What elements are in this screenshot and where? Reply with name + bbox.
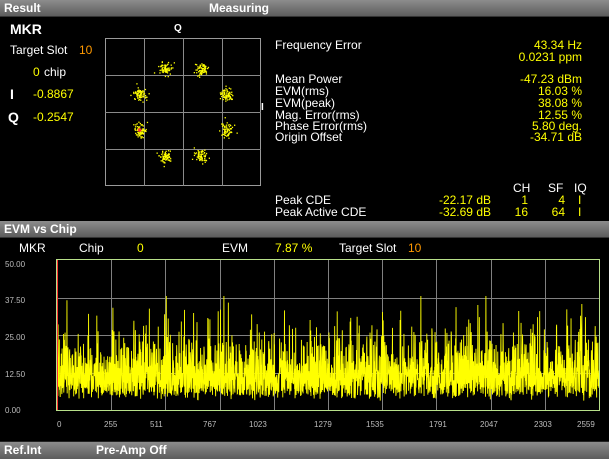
evm-x-tick-label: 1279	[314, 420, 332, 429]
evm-x-tick-label: 1535	[366, 420, 384, 429]
evm-mkr-label: MKR	[19, 241, 46, 255]
peak-active-cde-iq: I	[578, 205, 582, 219]
target-slot-label: Target Slot	[10, 43, 68, 57]
constellation-q-axis-label: Q	[174, 23, 182, 34]
evm-x-tick-label: 2559	[577, 420, 595, 429]
origin-offset-label: Origin Offset	[275, 130, 343, 144]
origin-offset-value: -34.71 dB	[529, 130, 582, 144]
q-value: -0.2547	[33, 110, 74, 124]
constellation-marker	[137, 128, 142, 132]
peak-active-cde-label: Peak Active CDE	[275, 205, 367, 219]
evm-vs-chip-chart	[56, 259, 600, 411]
evm-y-tick-label: 0.00	[5, 406, 21, 415]
measuring-label: Measuring	[209, 1, 270, 15]
evm-value: 7.87 %	[275, 241, 313, 255]
preamp-label: Pre-Amp Off	[96, 443, 167, 457]
evm-section-bar: EVM vs Chip	[0, 221, 609, 238]
peak-active-cde-sf: 64	[551, 205, 565, 219]
frequency-error-label: Frequency Error	[275, 38, 362, 52]
ref-int-label: Ref.Int	[4, 443, 42, 457]
evm-label: EVM	[222, 241, 249, 255]
evm-y-tick-label: 25.00	[5, 333, 26, 342]
evm-x-tick-label: 2303	[534, 420, 552, 429]
peak-active-cde-value: -32.69 dB	[438, 205, 491, 219]
target-slot-value: 10	[79, 43, 93, 57]
evm-x-tick-label: 255	[104, 420, 118, 429]
i-value: -0.8867	[33, 87, 74, 101]
result-label: Result	[4, 1, 41, 15]
evm-target-slot-value: 10	[408, 241, 422, 255]
evm-x-tick-label: 511	[150, 420, 163, 429]
evm-y-tick-label: 50.00	[5, 260, 26, 269]
i-label: I	[10, 86, 14, 102]
q-label: Q	[8, 109, 19, 125]
marker-title: MKR	[10, 21, 42, 37]
constellation-diagram	[105, 38, 261, 186]
evm-y-tick-label: 37.50	[5, 296, 26, 305]
evm-x-tick-label: 2047	[480, 420, 498, 429]
marker-chip-value: 0	[33, 65, 40, 79]
evm-x-tick-label: 1023	[249, 420, 267, 429]
evm-y-tick-label: 12.50	[5, 370, 26, 379]
top-status-bar: Result Measuring	[0, 0, 609, 17]
evm-chip-label: Chip	[79, 241, 104, 255]
evm-x-tick-label: 0	[57, 420, 62, 429]
evm-x-tick-label: 1791	[429, 420, 447, 429]
bottom-status-bar: Ref.Int Pre-Amp Off	[0, 441, 609, 459]
evm-x-tick-label: 767	[203, 420, 217, 429]
marker-chip-label: chip	[44, 65, 67, 79]
peak-active-cde-ch: 16	[514, 205, 528, 219]
constellation-i-axis-label: I	[261, 102, 264, 113]
evm-target-slot-label: Target Slot	[339, 241, 397, 255]
evm-section-title: EVM vs Chip	[4, 222, 77, 236]
frequency-error-ppm: 0.0231 ppm	[518, 50, 582, 64]
evm-chip-value: 0	[137, 241, 144, 255]
